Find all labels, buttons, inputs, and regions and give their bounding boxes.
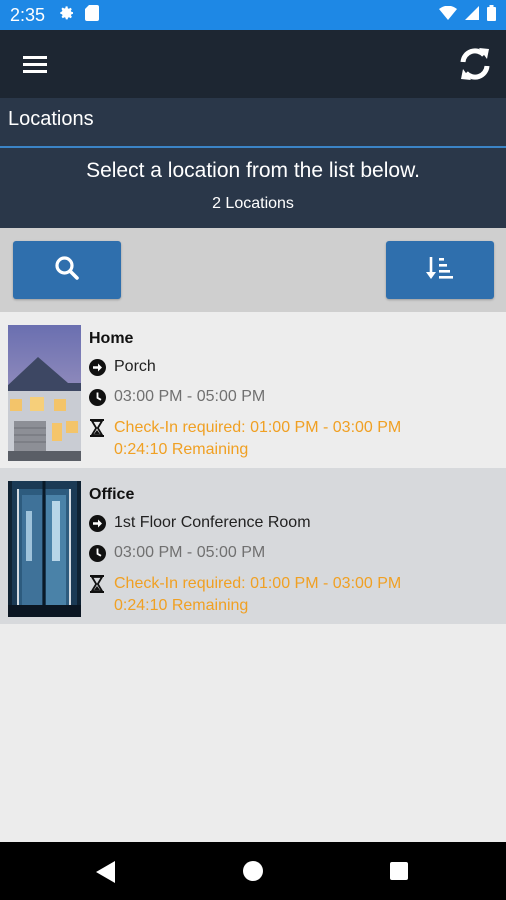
checkin-required: Check-In required: 01:00 PM - 03:00 PM bbox=[114, 575, 402, 592]
location-name: Office bbox=[89, 486, 135, 503]
location-place: 1st Floor Conference Room bbox=[114, 514, 311, 531]
page-title: Locations bbox=[0, 98, 506, 146]
arrow-circle-right-icon bbox=[88, 358, 106, 376]
location-place-row: Porch bbox=[88, 358, 156, 376]
back-icon[interactable] bbox=[96, 861, 116, 888]
arrow-circle-right-icon bbox=[88, 514, 106, 532]
signal-icon bbox=[465, 5, 479, 25]
location-item-office[interactable]: Office 1st Floor Conference Room 03:00 P… bbox=[0, 468, 506, 624]
search-button[interactable] bbox=[13, 241, 121, 299]
location-checkin-row: Check-In required: 01:00 PM - 03:00 PM bbox=[88, 419, 401, 437]
hamburger-menu-icon[interactable] bbox=[18, 50, 52, 80]
search-icon bbox=[53, 254, 81, 287]
location-list: Home Porch 03:00 PM - 05:00 PM Check-In … bbox=[0, 312, 506, 624]
location-count: 2 Locations bbox=[212, 195, 294, 212]
sort-icon bbox=[425, 254, 455, 287]
location-name: Home bbox=[89, 330, 134, 347]
time-remaining: 0:24:10 Remaining bbox=[114, 441, 249, 458]
house-photo bbox=[8, 325, 81, 461]
battery-icon bbox=[487, 4, 496, 26]
location-time-row: 03:00 PM - 05:00 PM bbox=[88, 544, 265, 562]
status-bar: 2:35 bbox=[0, 0, 506, 30]
sd-card-icon bbox=[85, 4, 100, 26]
system-nav-bar bbox=[0, 842, 506, 900]
hourglass-icon bbox=[88, 419, 106, 437]
location-place: Porch bbox=[114, 358, 156, 375]
instruction-text: Select a location from the list below. bbox=[86, 159, 420, 182]
recents-icon[interactable] bbox=[390, 862, 408, 880]
hourglass-icon bbox=[88, 575, 106, 593]
clock-icon bbox=[88, 544, 106, 562]
location-time: 03:00 PM - 05:00 PM bbox=[114, 388, 266, 405]
location-item-home[interactable]: Home Porch 03:00 PM - 05:00 PM Check-In … bbox=[0, 312, 506, 468]
time-remaining: 0:24:10 Remaining bbox=[114, 597, 249, 614]
checkin-required: Check-In required: 01:00 PM - 03:00 PM bbox=[114, 419, 402, 436]
location-checkin-row: Check-In required: 01:00 PM - 03:00 PM bbox=[88, 575, 401, 593]
toolbar bbox=[0, 228, 506, 312]
sort-button[interactable] bbox=[386, 241, 494, 299]
wifi-icon bbox=[439, 5, 457, 25]
home-icon[interactable] bbox=[243, 861, 263, 881]
app-bar bbox=[0, 30, 506, 98]
location-place-row: 1st Floor Conference Room bbox=[88, 514, 311, 532]
status-time: 2:35 bbox=[10, 4, 46, 25]
info-panel: Select a location from the list below. 2… bbox=[0, 148, 506, 228]
gear-icon bbox=[59, 5, 75, 26]
refresh-icon[interactable] bbox=[454, 43, 496, 85]
office-door-photo bbox=[8, 481, 81, 617]
location-time-row: 03:00 PM - 05:00 PM bbox=[88, 388, 265, 406]
clock-icon bbox=[88, 388, 106, 406]
location-time: 03:00 PM - 05:00 PM bbox=[114, 544, 266, 561]
